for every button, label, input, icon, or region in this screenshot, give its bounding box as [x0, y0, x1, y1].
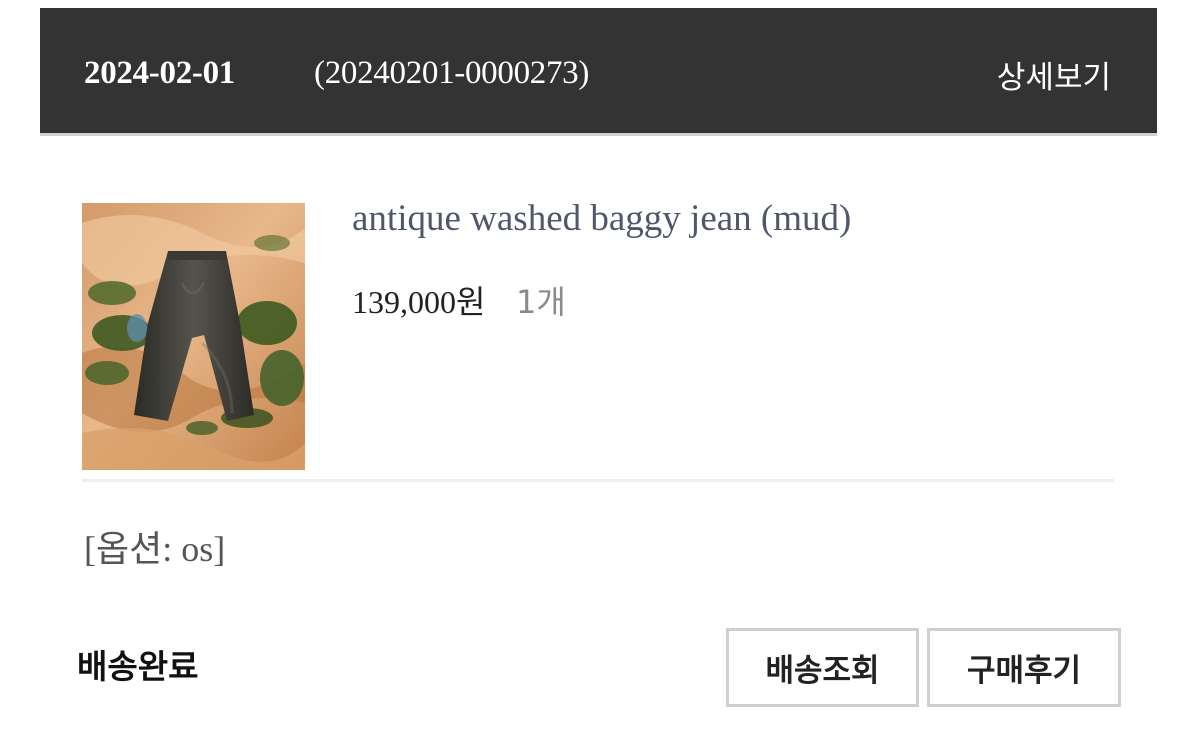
product-price: 139,000원 [352, 284, 486, 320]
order-number: (20240201-0000273) [314, 55, 590, 91]
product-name[interactable]: antique washed baggy jean (mud) [352, 197, 851, 240]
view-details-link[interactable]: 상세보기 [997, 52, 1111, 97]
product-option: [옵션: os] [84, 529, 226, 569]
delivery-status: 배송완료 [77, 647, 199, 686]
write-review-button[interactable]: 구매후기 [927, 628, 1121, 707]
divider [82, 479, 1114, 482]
product-thumbnail[interactable] [82, 203, 305, 470]
product-quantity: 1개 [516, 283, 566, 321]
order-date: 2024-02-01 [84, 55, 235, 91]
product-photo-icon [82, 203, 305, 470]
order-header: 2024-02-01 (20240201-0000273) 상세보기 [40, 8, 1157, 136]
track-delivery-button[interactable]: 배송조회 [726, 628, 919, 707]
